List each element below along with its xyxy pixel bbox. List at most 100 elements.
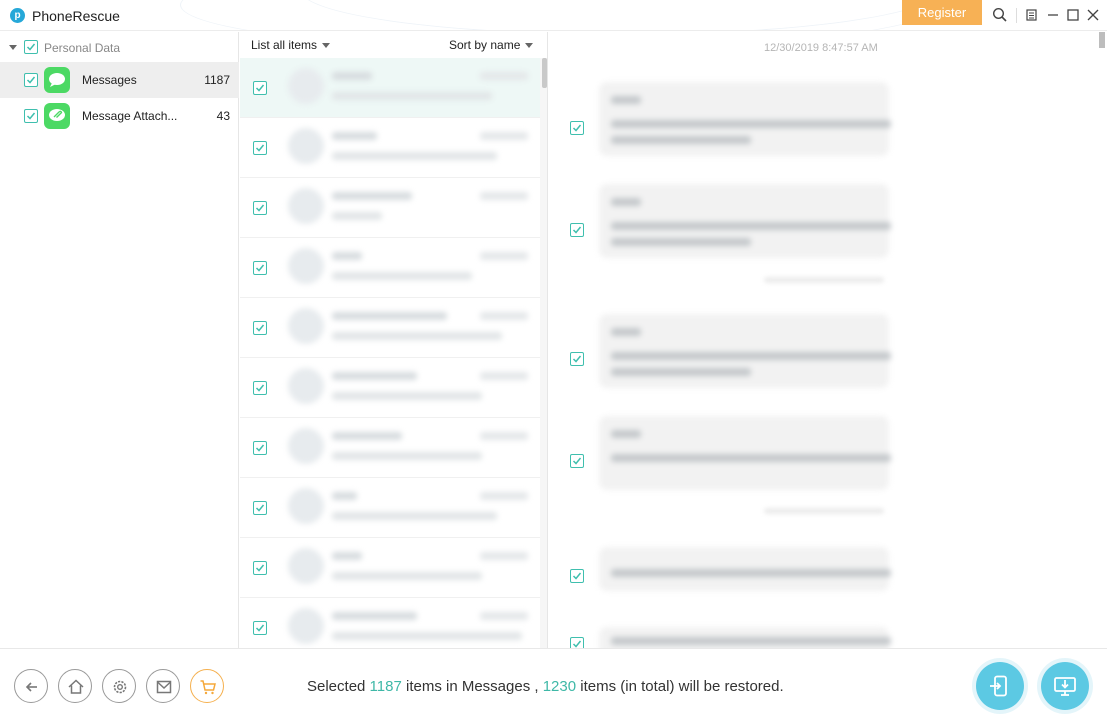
redacted-name — [332, 132, 377, 140]
close-icon[interactable] — [1085, 7, 1101, 23]
list-item[interactable] — [240, 298, 540, 358]
search-icon[interactable] — [992, 7, 1008, 23]
message-attachments-checkbox[interactable] — [24, 109, 38, 123]
sidebar-item-message-attachments[interactable]: Message Attach... 43 — [0, 98, 239, 134]
store-cart-button[interactable] — [190, 669, 224, 703]
restore-summary: Selected 1187 items in Messages , 1230 i… — [307, 678, 784, 695]
redacted-preview — [332, 272, 472, 280]
redacted-date — [480, 72, 528, 80]
list-item-checkbox[interactable] — [253, 321, 267, 335]
redacted-date — [480, 552, 528, 560]
maximize-icon[interactable] — [1065, 7, 1081, 23]
redacted-avatar — [288, 308, 324, 344]
sort-by-dropdown[interactable]: Sort by name — [449, 38, 520, 52]
list-item[interactable] — [240, 418, 540, 478]
list-header: List all items Sort by name — [240, 32, 547, 58]
list-item-checkbox[interactable] — [253, 381, 267, 395]
list-item-checkbox[interactable] — [253, 501, 267, 515]
redacted-timestamp — [764, 508, 884, 514]
redacted-name — [332, 192, 412, 200]
list-item[interactable] — [240, 358, 540, 418]
redacted-avatar — [288, 128, 324, 164]
settings-button[interactable] — [102, 669, 136, 703]
list-item-checkbox[interactable] — [253, 441, 267, 455]
redacted-date — [480, 372, 528, 380]
list-item[interactable] — [240, 118, 540, 178]
list-item-checkbox[interactable] — [253, 621, 267, 635]
recover-to-device-button[interactable] — [976, 662, 1024, 710]
personal-data-label: Personal Data — [44, 41, 121, 55]
message-checkbox[interactable] — [570, 352, 584, 366]
message-bubble-row[interactable] — [549, 627, 1099, 648]
chevron-down-icon[interactable] — [525, 43, 533, 48]
chevron-down-icon[interactable] — [322, 43, 330, 48]
titlebar-divider — [1016, 8, 1017, 23]
redacted-message-bubble — [599, 184, 891, 258]
redacted-date — [480, 612, 528, 620]
to-device-icon — [990, 675, 1007, 697]
title-bar: p PhoneRescue Register — [0, 0, 1107, 31]
list-item[interactable] — [240, 238, 540, 298]
message-bubble-row[interactable] — [549, 547, 1099, 591]
list-item-checkbox[interactable] — [253, 201, 267, 215]
total-count: 1230 — [542, 678, 577, 695]
message-bubble-row[interactable] — [549, 82, 1099, 156]
redacted-date — [480, 132, 528, 140]
register-button[interactable]: Register — [902, 0, 982, 25]
status-mid: items in Messages , — [405, 678, 539, 695]
redacted-message-bubble — [599, 314, 891, 388]
redacted-preview — [332, 512, 497, 520]
messages-icon — [44, 67, 70, 93]
redacted-preview — [332, 92, 492, 100]
recover-to-computer-button[interactable] — [1041, 662, 1089, 710]
back-button[interactable] — [14, 669, 48, 703]
detail-scrollbar[interactable] — [1099, 32, 1105, 48]
feedback-mail-button[interactable] — [146, 669, 180, 703]
personal-data-checkbox[interactable] — [24, 40, 38, 54]
redacted-avatar — [288, 68, 324, 104]
gear-icon — [113, 680, 127, 694]
minimize-icon[interactable] — [1045, 7, 1061, 23]
message-checkbox[interactable] — [570, 637, 584, 648]
list-item[interactable] — [240, 598, 540, 648]
list-item-checkbox[interactable] — [253, 261, 267, 275]
list-item[interactable] — [240, 178, 540, 238]
redacted-message-bubble — [599, 416, 891, 490]
list-item-checkbox[interactable] — [253, 81, 267, 95]
message-bubble-row[interactable] — [549, 314, 1099, 388]
message-bubble-row[interactable] — [549, 416, 1099, 490]
list-item-checkbox[interactable] — [253, 561, 267, 575]
message-checkbox[interactable] — [570, 569, 584, 583]
redacted-avatar — [288, 248, 324, 284]
redacted-name — [332, 72, 372, 80]
message-checkbox[interactable] — [570, 454, 584, 468]
list-item[interactable] — [240, 538, 540, 598]
redacted-message-bubble — [599, 82, 891, 156]
list-item[interactable] — [240, 478, 540, 538]
redacted-name — [332, 432, 402, 440]
sidebar-item-label: Messages — [82, 73, 137, 87]
menu-icon[interactable] — [1024, 7, 1040, 23]
redacted-date — [480, 432, 528, 440]
list-all-items-dropdown[interactable]: List all items — [251, 38, 317, 52]
message-bubble-row[interactable] — [549, 184, 1099, 258]
message-attachment-icon — [44, 103, 70, 129]
message-checkbox[interactable] — [570, 223, 584, 237]
redacted-avatar — [288, 608, 324, 644]
sidebar-item-label: Message Attach... — [82, 109, 178, 123]
home-button[interactable] — [58, 669, 92, 703]
personal-data-group[interactable]: Personal Data — [0, 34, 239, 60]
list-item-checkbox[interactable] — [253, 141, 267, 155]
redacted-date — [480, 192, 528, 200]
list-scrollbar[interactable] — [542, 58, 547, 88]
redacted-message-bubble — [599, 547, 891, 591]
redacted-name — [332, 312, 447, 320]
sidebar-item-messages[interactable]: Messages 1187 — [0, 62, 239, 98]
message-checkbox[interactable] — [570, 121, 584, 135]
back-icon — [25, 682, 37, 692]
redacted-preview — [332, 632, 522, 640]
redacted-avatar — [288, 188, 324, 224]
list-item[interactable] — [240, 58, 540, 118]
messages-checkbox[interactable] — [24, 73, 38, 87]
chevron-down-icon[interactable] — [9, 45, 17, 50]
